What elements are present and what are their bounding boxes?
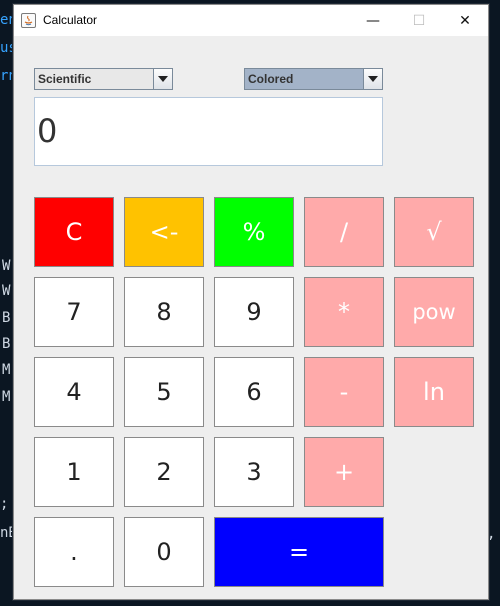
close-button[interactable]: ✕ [442,5,488,36]
sqrt-button[interactable]: √ [394,197,474,267]
maximize-button[interactable]: ☐ [396,5,442,36]
clear-button[interactable]: C [34,197,114,267]
calculator-window: Calculator — ☐ ✕ Scientific Colored 0 C … [13,4,489,600]
digit-3-button[interactable]: 3 [214,437,294,507]
percent-button[interactable]: % [214,197,294,267]
theme-select-value: Colored [248,72,294,86]
mode-select-value: Scientific [38,72,92,86]
result-display[interactable]: 0 [34,97,383,166]
digit-6-button[interactable]: 6 [214,357,294,427]
ln-button[interactable]: ln [394,357,474,427]
digit-5-button[interactable]: 5 [124,357,204,427]
digit-4-button[interactable]: 4 [34,357,114,427]
digit-2-button[interactable]: 2 [124,437,204,507]
mode-select[interactable]: Scientific [34,68,173,90]
multiply-button[interactable]: * [304,277,384,347]
minus-button[interactable]: - [304,357,384,427]
bg-code-fragment: W [2,283,11,299]
bg-code-fragment: B [2,336,11,352]
plus-button[interactable]: + [304,437,384,507]
digit-1-button[interactable]: 1 [34,437,114,507]
chevron-down-icon[interactable] [363,69,382,89]
bg-code-fragment: ; [0,496,9,512]
digit-9-button[interactable]: 9 [214,277,294,347]
theme-select[interactable]: Colored [244,68,383,90]
window-title: Calculator [43,13,98,27]
equals-button[interactable]: = [214,517,384,587]
bg-code-fragment: W [2,258,11,274]
bg-code-fragment: M [2,362,11,378]
decimal-point-button[interactable]: . [34,517,114,587]
bg-code-fragment: B [2,310,11,326]
chevron-down-icon[interactable] [153,69,172,89]
java-app-icon [21,13,36,28]
divide-button[interactable]: / [304,197,384,267]
title-bar[interactable]: Calculator — ☐ ✕ [14,5,488,36]
display-value: 0 [37,112,58,150]
pow-button[interactable]: pow [394,277,474,347]
digit-7-button[interactable]: 7 [34,277,114,347]
digit-0-button[interactable]: 0 [124,517,204,587]
digit-8-button[interactable]: 8 [124,277,204,347]
bg-code-fragment: M [2,389,11,405]
backspace-button[interactable]: <- [124,197,204,267]
minimize-button[interactable]: — [350,5,396,36]
